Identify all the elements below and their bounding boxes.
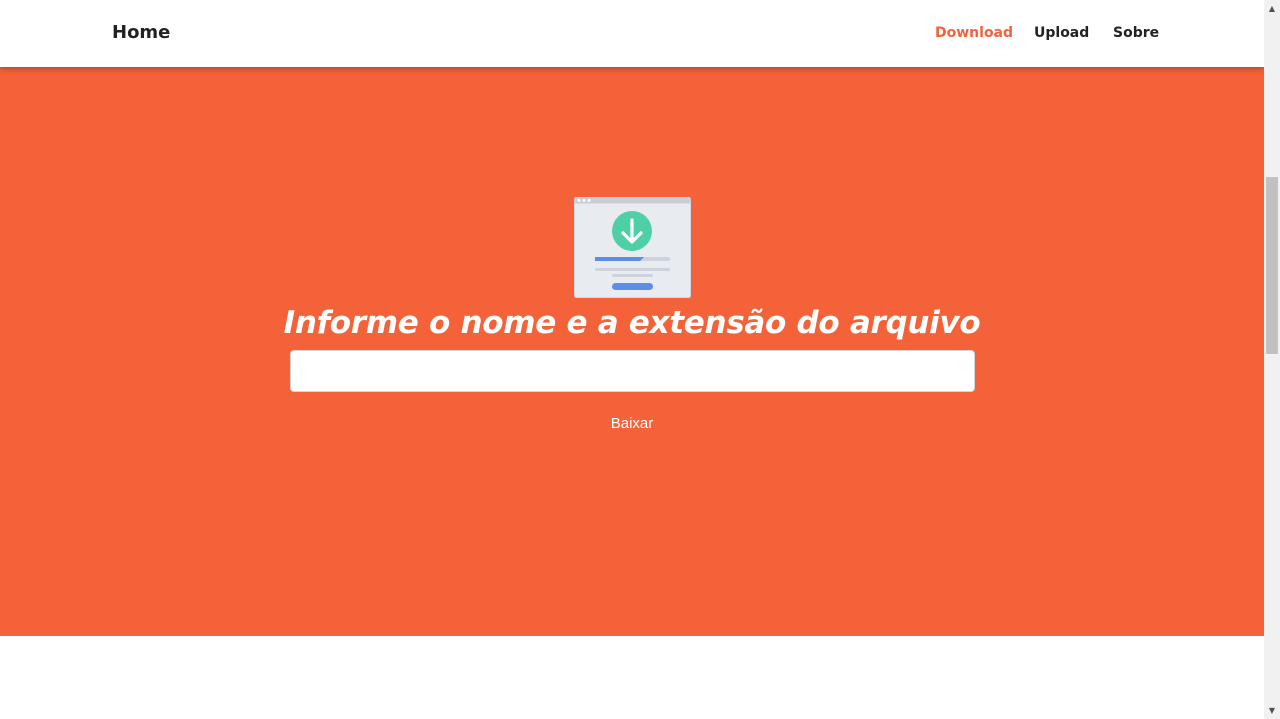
scroll-down-icon[interactable]: ▼ (1264, 702, 1280, 719)
baixar-button[interactable]: Baixar (582, 411, 682, 435)
vertical-scrollbar[interactable]: ▲ ▼ (1264, 0, 1280, 719)
nav-link-download[interactable]: Download (935, 25, 1013, 41)
page-viewport: Home Download Upload Sobre Informe o nom… (0, 0, 1264, 719)
brand-home-link[interactable]: Home (112, 22, 170, 43)
page-headline: Informe o nome e a extensão do arquivo (283, 305, 981, 341)
nav-link-upload[interactable]: Upload (1034, 25, 1089, 41)
navbar: Home Download Upload Sobre (0, 0, 1264, 67)
nav-link-sobre[interactable]: Sobre (1113, 25, 1159, 41)
download-page-icon (574, 197, 691, 298)
hero-section: Informe o nome e a extensão do arquivo B… (0, 67, 1264, 636)
filename-input[interactable] (290, 350, 975, 392)
scrollbar-thumb[interactable] (1266, 177, 1278, 354)
scroll-up-icon[interactable]: ▲ (1264, 0, 1280, 17)
